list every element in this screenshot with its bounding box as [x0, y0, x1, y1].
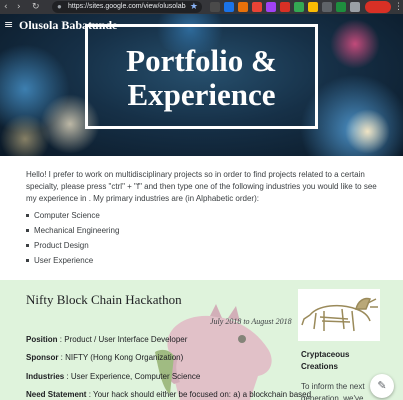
page-title: Portfolio & Experience	[88, 44, 315, 112]
field-value: : NIFTY (Hong Kong Organization)	[58, 353, 184, 362]
url-text[interactable]: https://sites.google.com/view/olusolaba.…	[68, 1, 186, 13]
need-statement-field: Need Statement : Your hack should either…	[26, 389, 311, 400]
dinosaur-illustration	[155, 304, 272, 400]
list-item: Computer Science	[26, 208, 119, 223]
field-label: Need Statement	[26, 390, 87, 399]
triceratops-skeleton-image	[298, 289, 380, 341]
extension-icon[interactable]	[252, 2, 262, 12]
project-section: Nifty Block Chain Hackathon July 2018 to…	[0, 280, 403, 400]
project-title: Nifty Block Chain Hackathon	[26, 292, 182, 307]
extension-icon[interactable]	[322, 2, 332, 12]
list-item: Mechanical Engineering	[26, 223, 119, 238]
extension-icon[interactable]	[210, 2, 220, 12]
field-label: Sponsor	[26, 353, 59, 362]
browser-toolbar: ‹ › ↻ ● https://sites.google.com/view/ol…	[0, 0, 403, 14]
lock-icon: ●	[57, 2, 62, 11]
extension-icon[interactable]	[294, 2, 304, 12]
industry-list: Computer Science Mechanical Engineering …	[26, 208, 119, 268]
list-item: Product Design	[26, 238, 119, 253]
intro-paragraph: Hello! I prefer to work on multidiscipli…	[26, 170, 377, 203]
sponsor-field: Sponsor : NIFTY (Hong Kong Organization)	[26, 352, 183, 364]
intro-section: Hello! I prefer to work on multidiscipli…	[0, 156, 403, 280]
edit-pencil-icon[interactable]: ✎	[370, 374, 394, 398]
bokeh-light	[345, 109, 390, 154]
hero-banner: ≡ Olusola Babatunde Portfolio & Experien…	[0, 14, 403, 156]
field-value: : User Experience, Computer Science	[64, 372, 201, 381]
list-item: User Experience	[26, 253, 119, 268]
address-bar[interactable]: ● https://sites.google.com/view/olusolab…	[52, 1, 202, 13]
profile-avatar[interactable]	[365, 1, 391, 13]
extension-icon[interactable]	[238, 2, 248, 12]
extension-icon[interactable]	[266, 2, 276, 12]
page-title-line-1: Portfolio &	[126, 43, 277, 78]
extension-icon[interactable]	[280, 2, 290, 12]
back-icon[interactable]: ‹	[4, 1, 8, 13]
card-title[interactable]: Cryptaceous Creations	[301, 349, 377, 373]
page-title-line-2: Experience	[127, 77, 276, 112]
hero-title-frame: Portfolio & Experience	[85, 24, 318, 129]
field-label: Position	[26, 335, 58, 344]
reload-icon[interactable]: ↻	[32, 1, 40, 13]
project-card[interactable]: Cryptaceous Creations To inform the next…	[298, 289, 380, 400]
forward-icon[interactable]: ›	[17, 1, 21, 13]
extension-icon[interactable]	[224, 2, 234, 12]
extension-icon[interactable]	[308, 2, 318, 12]
field-label: Industries	[26, 372, 65, 381]
card-description: To inform the next generation, we've	[301, 382, 365, 400]
bokeh-light	[0, 114, 50, 156]
industries-field: Industries : User Experience, Computer S…	[26, 371, 200, 383]
hamburger-menu-icon[interactable]: ≡	[4, 19, 13, 30]
field-value: : Product / User Interface Developer	[57, 335, 188, 344]
field-value: : Your hack should either be focused on:…	[86, 390, 312, 399]
position-field: Position : Product / User Interface Deve…	[26, 334, 187, 346]
extension-icon[interactable]	[350, 2, 360, 12]
star-icon[interactable]: ★	[190, 1, 198, 13]
menu-icon[interactable]: ⋮	[394, 0, 403, 14]
project-dates: July 2018 to August 2018	[210, 317, 292, 326]
triceratops-skeleton-icon	[301, 297, 378, 332]
extension-icon[interactable]	[336, 2, 346, 12]
